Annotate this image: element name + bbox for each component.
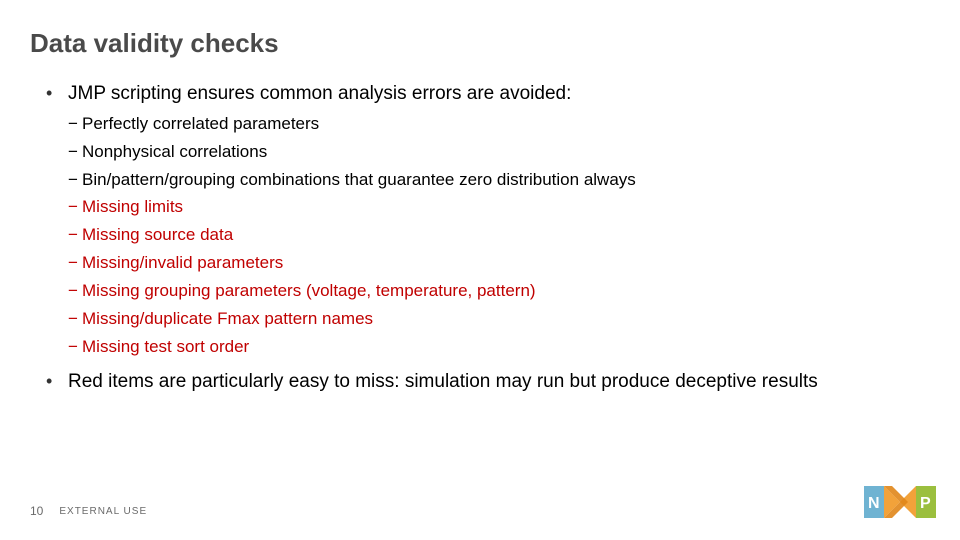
sub-item-e: Missing source data: [68, 224, 930, 247]
sub-item-b: Nonphysical correlations: [68, 141, 930, 164]
sub-item-i: Missing test sort order: [68, 336, 930, 359]
nxp-logo-icon: N P: [864, 478, 936, 526]
sub-item-a: Perfectly correlated parameters: [68, 113, 930, 136]
sub-item-g: Missing grouping parameters (voltage, te…: [68, 280, 930, 303]
svg-text:N: N: [868, 495, 880, 512]
svg-text:P: P: [920, 495, 931, 512]
bullet-2-text: Red items are particularly easy to miss:…: [68, 371, 818, 392]
bullet-item-2: Red items are particularly easy to miss:…: [46, 369, 930, 395]
bullet-item-1: JMP scripting ensures common analysis er…: [46, 81, 930, 359]
footer: 10 EXTERNAL USE: [30, 504, 147, 518]
page-number: 10: [30, 504, 43, 518]
sub-item-h: Missing/duplicate Fmax pattern names: [68, 308, 930, 331]
sub-bullet-list: Perfectly correlated parameters Nonphysi…: [68, 113, 930, 359]
bullet-1-text: JMP scripting ensures common analysis er…: [68, 83, 571, 104]
slide: Data validity checks JMP scripting ensur…: [0, 0, 960, 540]
bullet-list: JMP scripting ensures common analysis er…: [46, 81, 930, 395]
sub-item-f: Missing/invalid parameters: [68, 252, 930, 275]
sub-item-c: Bin/pattern/grouping combinations that g…: [68, 169, 930, 192]
sub-item-d: Missing limits: [68, 196, 930, 219]
classification-label: EXTERNAL USE: [59, 506, 147, 517]
slide-title: Data validity checks: [30, 28, 930, 59]
